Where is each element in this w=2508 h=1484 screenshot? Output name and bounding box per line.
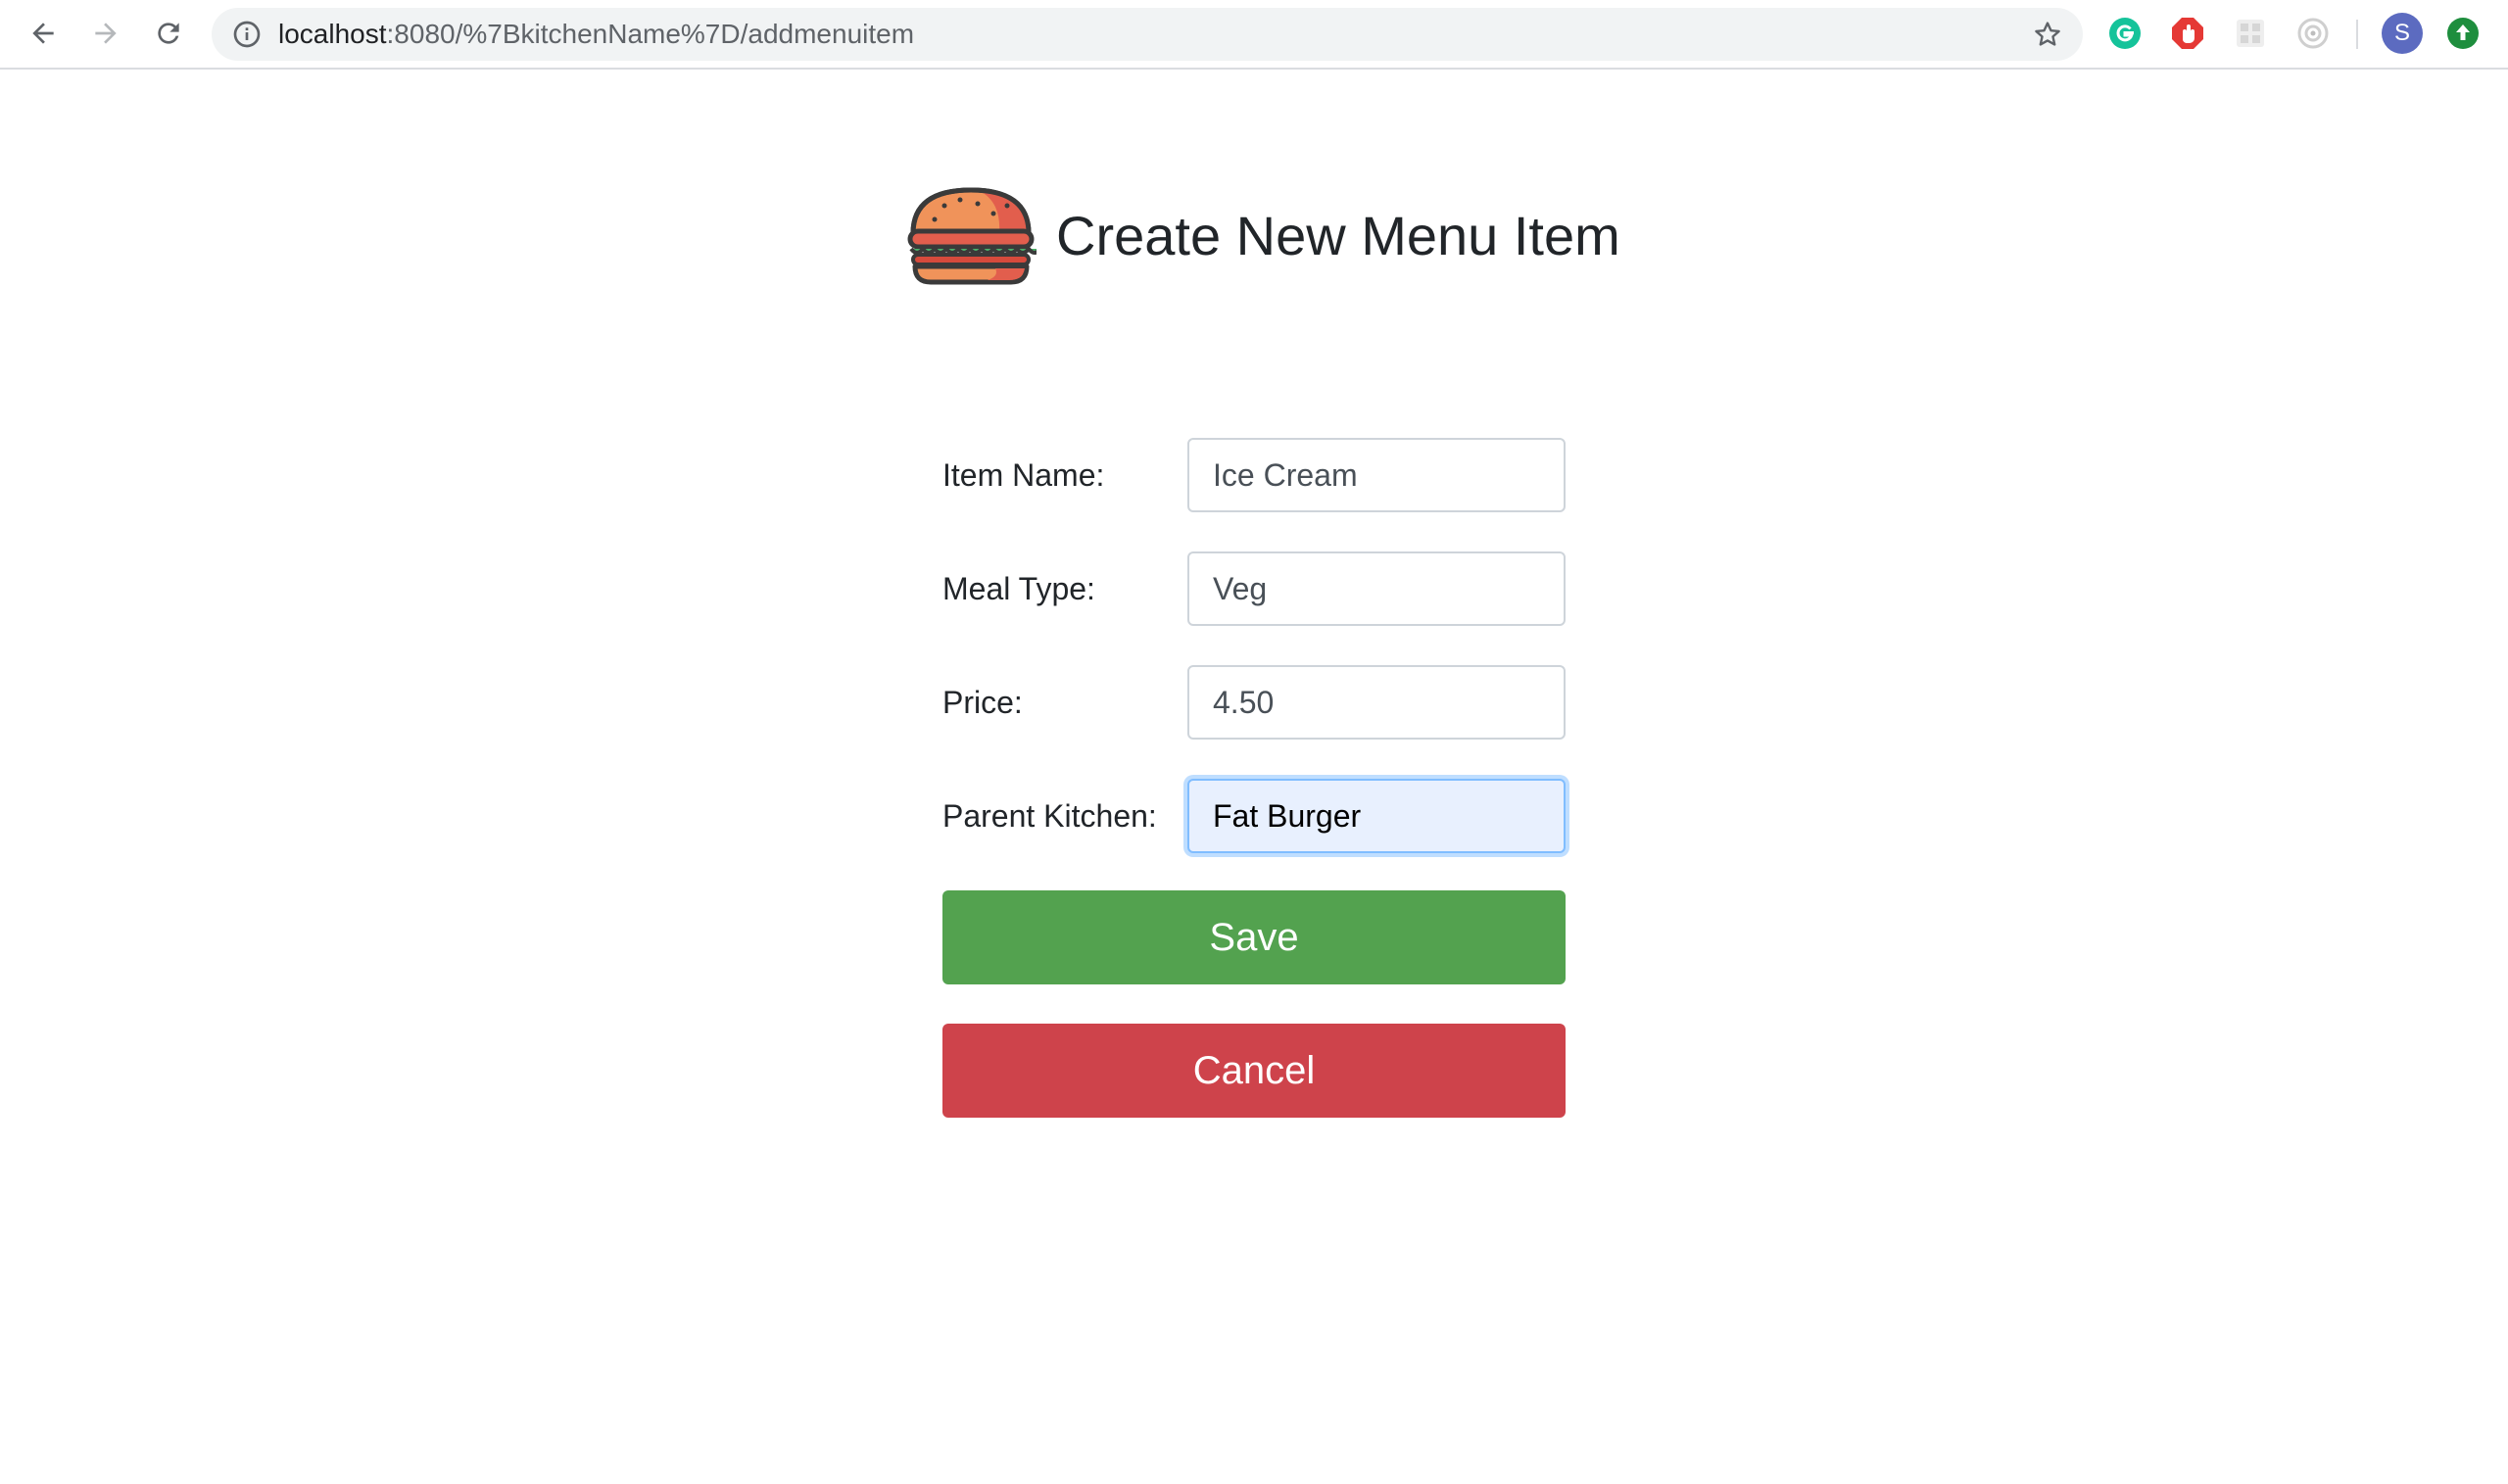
update-extension[interactable] xyxy=(2445,16,2481,51)
price-input[interactable] xyxy=(1187,665,1566,740)
forward-button[interactable] xyxy=(86,14,125,53)
page-header: Create New Menu Item xyxy=(905,184,1620,286)
cancel-button[interactable]: Cancel xyxy=(942,1024,1566,1118)
forward-arrow-icon xyxy=(95,23,117,44)
browser-toolbar: localhost:8080/%7BkitchenName%7D/addmenu… xyxy=(0,0,2508,70)
adblock-extension[interactable] xyxy=(2170,16,2205,51)
info-icon[interactable] xyxy=(231,19,263,50)
bookmark-star-icon[interactable] xyxy=(2032,19,2063,50)
parent-kitchen-row: Parent Kitchen: xyxy=(942,779,1566,853)
toolbar-divider xyxy=(2356,20,2358,49)
grammarly-icon xyxy=(2109,18,2141,49)
profile-avatar[interactable]: S xyxy=(2382,13,2423,54)
target-extension[interactable] xyxy=(2295,16,2331,51)
price-label: Price: xyxy=(942,685,1023,720)
parent-kitchen-label: Parent Kitchen: xyxy=(942,798,1157,834)
grid-extension[interactable] xyxy=(2233,16,2268,51)
burger-icon xyxy=(907,187,1037,285)
url-path: :8080/%7BkitchenName%7D/addmenuitem xyxy=(386,19,915,49)
url-host: localhost xyxy=(278,19,387,49)
parent-kitchen-input[interactable] xyxy=(1187,779,1566,853)
back-button[interactable] xyxy=(24,14,63,53)
item-name-row: Item Name: xyxy=(942,438,1566,512)
extension-target-icon xyxy=(2297,18,2329,49)
page-title: Create New Menu Item xyxy=(1056,204,1620,266)
save-button[interactable]: Save xyxy=(942,890,1566,984)
meal-type-row: Meal Type: xyxy=(942,551,1566,626)
meal-type-input[interactable] xyxy=(1187,551,1566,626)
url-text[interactable]: localhost:8080/%7BkitchenName%7D/addmenu… xyxy=(278,8,914,61)
update-arrow-icon xyxy=(2447,18,2479,49)
meal-type-label: Meal Type: xyxy=(942,571,1095,606)
extension-grid-icon xyxy=(2237,20,2264,47)
item-name-label: Item Name: xyxy=(942,457,1105,493)
reload-icon xyxy=(158,23,179,44)
reload-button[interactable] xyxy=(149,14,188,53)
adblock-icon xyxy=(2172,18,2203,49)
grammarly-extension[interactable] xyxy=(2107,16,2143,51)
back-arrow-icon xyxy=(32,23,54,44)
item-name-input[interactable] xyxy=(1187,438,1566,512)
address-bar[interactable]: localhost:8080/%7BkitchenName%7D/addmenu… xyxy=(212,8,2083,61)
price-row: Price: xyxy=(942,665,1566,740)
